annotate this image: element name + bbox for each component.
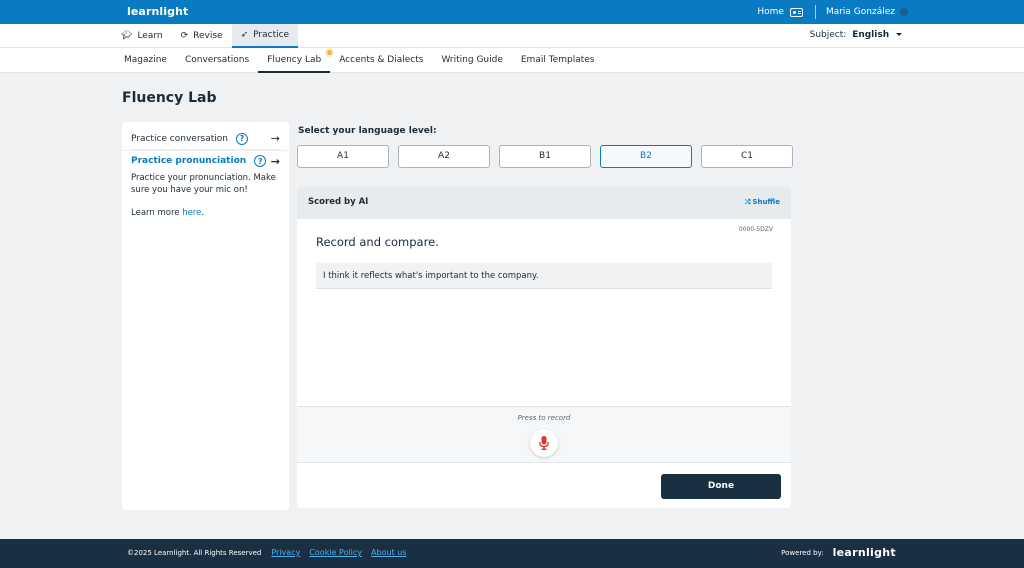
subject-value: English: [852, 30, 890, 40]
powered-by-label: Powered by:: [781, 548, 824, 557]
level-button-c1[interactable]: C1: [701, 145, 793, 168]
exercise-card: Scored by AI ⤮ Shuffle 0000-5DZV Record a…: [297, 187, 791, 508]
home-link[interactable]: Home: [757, 7, 784, 17]
nav-practice-label: Practice: [253, 30, 290, 40]
brand-logo[interactable]: learnlight: [127, 5, 188, 18]
page-title: Fluency Lab: [122, 90, 217, 106]
shuffle-icon: ⤮: [744, 198, 751, 206]
level-button-a2[interactable]: A2: [398, 145, 490, 168]
done-button[interactable]: Done: [661, 474, 781, 499]
footer-right: Powered by: learnlight: [781, 546, 896, 559]
level-button-a1[interactable]: A1: [297, 145, 389, 168]
tab-fluency-lab-label: Fluency Lab: [267, 55, 322, 65]
refresh-icon: ⟳: [180, 31, 189, 41]
sidebar-item-label: Practice conversation: [131, 133, 228, 144]
top-bar: learnlight Home Maria González: [0, 0, 1024, 24]
record-hint: Press to record: [517, 414, 571, 422]
sentence-text: I think it reflects what's important to …: [316, 263, 772, 289]
nav-revise[interactable]: ⟳ Revise: [172, 24, 232, 48]
card-header: Scored by AI ⤮ Shuffle: [297, 187, 791, 219]
subject-label: Subject:: [809, 30, 847, 40]
footer: ©2025 Learnlight. All Rights Reserved Pr…: [0, 539, 1024, 568]
learn-more-prefix: Learn more: [131, 208, 180, 218]
footer-left: ©2025 Learnlight. All Rights Reserved Pr…: [127, 548, 415, 557]
sidebar-item-practice-conversation[interactable]: Practice conversation ? →: [131, 128, 280, 150]
user-name[interactable]: Maria González: [826, 7, 895, 17]
scored-by-ai-label: Scored by AI: [308, 197, 369, 207]
microphone-icon: [539, 436, 549, 450]
subject-selector[interactable]: Subject: English: [810, 30, 902, 40]
privacy-link[interactable]: Privacy: [271, 548, 300, 557]
level-button-b1[interactable]: B1: [499, 145, 591, 168]
avatar[interactable]: [900, 8, 908, 16]
learn-more-link[interactable]: here: [182, 208, 201, 218]
graduation-cap-icon: 🎓︎: [121, 31, 133, 41]
sidebar: Practice conversation ? → Practice pronu…: [122, 122, 289, 510]
tab-accents-dialects[interactable]: Accents & Dialects: [330, 48, 432, 73]
level-selector: A1 A2 B1 B2 C1: [297, 145, 793, 168]
about-us-link[interactable]: About us: [371, 548, 406, 557]
nav-revise-label: Revise: [193, 31, 223, 41]
shuffle-button[interactable]: ⤮ Shuffle: [745, 198, 780, 207]
id-card-icon[interactable]: [789, 7, 803, 17]
rocket-icon: ➶: [240, 30, 249, 40]
sidebar-description: Practice your pronunciation. Make sure y…: [131, 173, 276, 195]
tab-email-templates[interactable]: Email Templates: [512, 48, 604, 73]
sidebar-item-practice-pronunciation[interactable]: Practice pronunciation ? →: [131, 151, 280, 171]
exercise-code: 0000-5DZV: [738, 226, 773, 233]
primary-nav: 🎓︎ Learn ⟳ Revise ➶ Practice Subject: En…: [0, 24, 1024, 48]
footer-brand-logo: learnlight: [832, 546, 896, 559]
record-area: Press to record: [297, 406, 791, 463]
arrow-right-icon: →: [270, 154, 280, 168]
exercise-instruction: Record and compare.: [316, 235, 439, 249]
nav-learn-label: Learn: [137, 31, 163, 41]
caret-down-icon: [896, 33, 902, 36]
cookie-policy-link[interactable]: Cookie Policy: [309, 548, 362, 557]
top-right-menu: Home Maria González: [757, 0, 908, 24]
secondary-nav: Magazine Conversations Fluency Lab Accen…: [0, 48, 1024, 73]
help-icon[interactable]: ?: [254, 155, 267, 167]
tab-magazine[interactable]: Magazine: [115, 48, 176, 73]
nav-practice[interactable]: ➶ Practice: [231, 24, 299, 48]
help-icon[interactable]: ?: [235, 132, 248, 145]
shuffle-label: Shuffle: [752, 198, 780, 206]
level-label: Select your language level:: [298, 126, 437, 136]
record-button[interactable]: [530, 429, 558, 457]
copyright-text: ©2025 Learnlight. All Rights Reserved: [127, 549, 262, 557]
level-button-b2[interactable]: B2: [600, 145, 692, 168]
tab-fluency-lab[interactable]: Fluency Lab: [258, 48, 335, 73]
tab-writing-guide[interactable]: Writing Guide: [432, 48, 511, 73]
learn-more-suffix: .: [201, 208, 205, 218]
tab-conversations[interactable]: Conversations: [176, 48, 258, 73]
sidebar-item-label: Practice pronunciation: [131, 156, 247, 166]
learn-more-text: Learn more here.: [131, 208, 204, 218]
nav-learn[interactable]: 🎓︎ Learn: [112, 24, 172, 48]
divider: [814, 5, 816, 19]
arrow-right-icon: →: [270, 132, 280, 145]
